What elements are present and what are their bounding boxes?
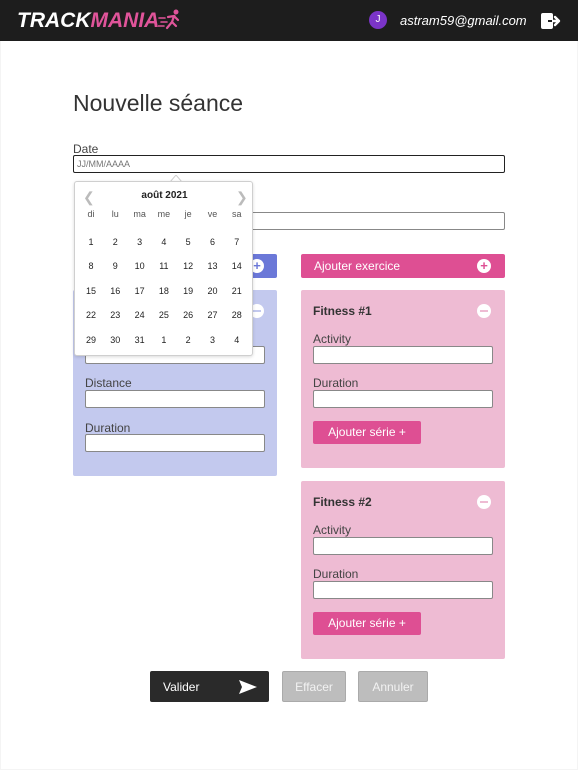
calendar-day[interactable]: 15 bbox=[79, 286, 103, 296]
cancel-button[interactable]: Annuler bbox=[358, 671, 428, 702]
distance-input[interactable] bbox=[85, 390, 265, 408]
app-logo[interactable]: TRACKMANIA bbox=[17, 9, 159, 33]
calendar-day[interactable]: 21 bbox=[225, 286, 249, 296]
fitness-card-2: Fitness #2 Activity Duration Ajouter sér… bbox=[301, 481, 505, 659]
calendar-day[interactable]: 11 bbox=[152, 261, 176, 271]
calendar-day[interactable]: 3 bbox=[128, 237, 152, 247]
user-avatar[interactable]: J bbox=[369, 11, 387, 29]
calendar-day[interactable]: 14 bbox=[225, 261, 249, 271]
clear-button[interactable]: Effacer bbox=[282, 671, 346, 702]
add-exercise-label: Ajouter exercice bbox=[314, 259, 401, 273]
distance-label: Distance bbox=[85, 376, 132, 390]
calendar-day[interactable]: 24 bbox=[128, 310, 152, 320]
calendar-day[interactable]: 29 bbox=[79, 335, 103, 345]
top-navbar: TRACKMANIA J astram59@gmail.com bbox=[0, 0, 578, 41]
fitness-card-title: Fitness #1 bbox=[313, 304, 372, 318]
calendar-day[interactable]: 25 bbox=[152, 310, 176, 320]
activity-input[interactable] bbox=[313, 346, 493, 364]
duration-label: Duration bbox=[85, 421, 131, 435]
duration-input[interactable] bbox=[313, 581, 493, 599]
weekday-label: ve bbox=[207, 209, 218, 219]
calendar-day[interactable]: 4 bbox=[152, 237, 176, 247]
calendar-day[interactable]: 6 bbox=[201, 237, 225, 247]
calendar-day[interactable]: 17 bbox=[128, 286, 152, 296]
calendar-day[interactable]: 9 bbox=[103, 261, 127, 271]
logo-text-track: TRACK bbox=[17, 9, 91, 32]
calendar-day[interactable]: 7 bbox=[225, 237, 249, 247]
session-input[interactable] bbox=[249, 212, 505, 230]
add-exercise-button[interactable]: Ajouter exercice + bbox=[301, 254, 505, 278]
weekday-label: me bbox=[157, 209, 171, 219]
calendar-day[interactable]: 28 bbox=[225, 310, 249, 320]
weekday-label: lu bbox=[111, 209, 119, 219]
calendar-day[interactable]: 2 bbox=[176, 335, 200, 345]
calendar-day[interactable]: 23 bbox=[103, 310, 127, 320]
calendar-day[interactable]: 18 bbox=[152, 286, 176, 296]
datepicker-month: août 2021 bbox=[141, 190, 188, 201]
add-serie-button[interactable]: Ajouter série + bbox=[313, 612, 421, 635]
calendar-day[interactable]: 1 bbox=[152, 335, 176, 345]
calendar-day[interactable]: 19 bbox=[176, 286, 200, 296]
calendar-day[interactable]: 31 bbox=[128, 335, 152, 345]
minus-circle-icon[interactable] bbox=[477, 304, 491, 318]
fitness-card-title: Fitness #2 bbox=[313, 495, 372, 509]
calendar-day[interactable]: 30 bbox=[103, 335, 127, 345]
duration-input[interactable] bbox=[313, 390, 493, 408]
calendar-day[interactable]: 22 bbox=[79, 310, 103, 320]
calendar-day[interactable]: 4 bbox=[225, 335, 249, 345]
activity-label: Activity bbox=[313, 523, 352, 537]
page-title: Nouvelle séance bbox=[73, 90, 244, 116]
weekday-label: di bbox=[87, 209, 95, 219]
chevron-right-icon[interactable]: ❯ bbox=[236, 189, 248, 206]
logo-text-mania: MANIA bbox=[90, 9, 160, 32]
calendar-day[interactable]: 10 bbox=[128, 261, 152, 271]
calendar-day[interactable]: 12 bbox=[176, 261, 200, 271]
logout-icon[interactable] bbox=[540, 11, 562, 31]
plus-circle-icon: + bbox=[477, 259, 491, 273]
calendar-day[interactable]: 2 bbox=[103, 237, 127, 247]
calendar-day[interactable]: 20 bbox=[201, 286, 225, 296]
calendar-day[interactable]: 26 bbox=[176, 310, 200, 320]
calendar-day[interactable]: 16 bbox=[103, 286, 127, 296]
duration-label: Duration bbox=[313, 376, 359, 390]
minus-circle-icon[interactable] bbox=[477, 495, 491, 509]
runner-icon bbox=[158, 9, 180, 30]
user-email: astram59@gmail.com bbox=[400, 13, 527, 28]
activity-input[interactable] bbox=[313, 537, 493, 555]
calendar-day[interactable]: 5 bbox=[176, 237, 200, 247]
calendar-day[interactable]: 1 bbox=[79, 237, 103, 247]
add-running-button[interactable]: + bbox=[249, 254, 277, 278]
weekday-label: sa bbox=[232, 209, 242, 219]
weekday-label: je bbox=[184, 209, 192, 219]
submit-label: Valider bbox=[163, 680, 200, 694]
activity-label: Activity bbox=[313, 332, 352, 346]
send-icon bbox=[239, 680, 257, 694]
date-input[interactable] bbox=[73, 155, 505, 173]
fitness-card-1: Fitness #1 Activity Duration Ajouter sér… bbox=[301, 290, 505, 468]
calendar-day[interactable]: 13 bbox=[201, 261, 225, 271]
submit-button[interactable]: Valider bbox=[150, 671, 269, 702]
add-serie-button[interactable]: Ajouter série + bbox=[313, 421, 421, 444]
duration-input[interactable] bbox=[85, 434, 265, 452]
date-label: Date bbox=[73, 142, 99, 156]
weekday-label: ma bbox=[133, 209, 146, 219]
calendar-day[interactable]: 27 bbox=[201, 310, 225, 320]
calendar-day[interactable]: 8 bbox=[79, 261, 103, 271]
calendar-day[interactable]: 3 bbox=[201, 335, 225, 345]
datepicker-popup: ❮ août 2021 ❯ di lu ma me je ve sa 1 2 3 4 5 6 7 8 9 10 1… bbox=[74, 181, 253, 356]
duration-label: Duration bbox=[313, 567, 359, 581]
